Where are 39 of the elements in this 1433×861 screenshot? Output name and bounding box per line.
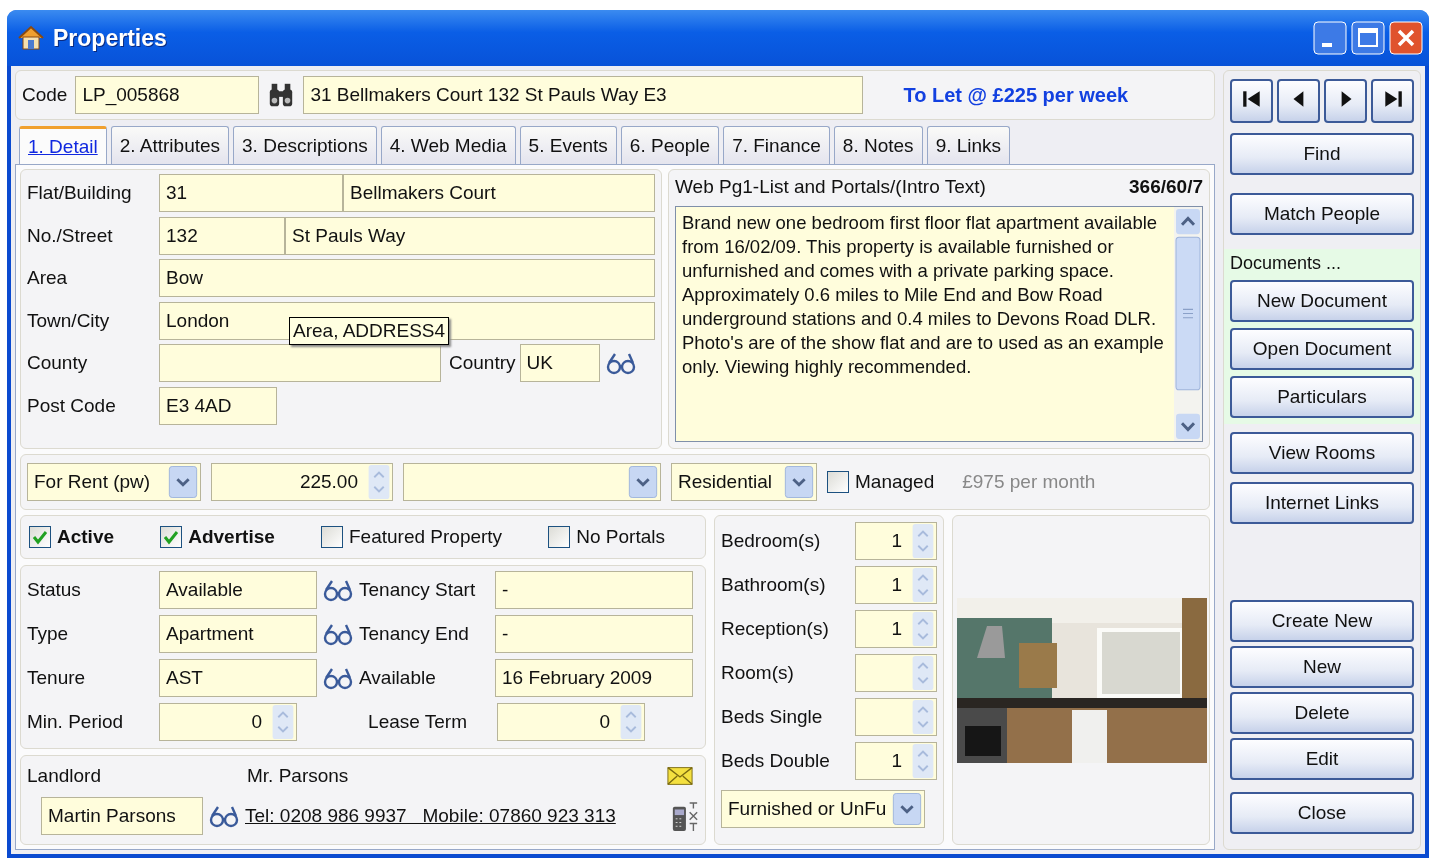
- field-label: Bathroom(s): [721, 574, 826, 596]
- field-label: Post Code: [27, 394, 117, 417]
- checkbox-label: Featured Property: [349, 526, 503, 548]
- description-text: Approximately 0.6 miles to Mile End and Bow Road underground stations and 0.4 miles to Devons Road DLR.: [682, 283, 1158, 331]
- description-text: Photo's are of the show flat and are to used as an example only. Viewing highly recommended.: [682, 331, 1165, 379]
- field-label: Tenure: [27, 667, 87, 689]
- window-title: Properties: [53, 24, 168, 52]
- field-label: Flat/Building: [27, 182, 133, 205]
- description-text: Brand new one bedroom first floor flat apartment available from 16/02/09. This property is available furnished or unfurnished and comes with a private parking space.: [682, 211, 1159, 283]
- field-label: Bedroom(s): [721, 530, 821, 552]
- field-label: Tenancy End: [359, 623, 470, 645]
- monthly-price: £975 per month: [962, 471, 1096, 493]
- field-label: Town/City: [27, 309, 111, 332]
- field-label: Room(s): [721, 662, 794, 684]
- field-label: Type: [27, 623, 70, 645]
- section-label: Documents ...: [1230, 253, 1343, 274]
- field-label: Tenancy Start: [359, 579, 477, 601]
- field-label: County: [27, 352, 89, 375]
- field-label: Min. Period: [27, 711, 125, 733]
- field-label: Status: [27, 579, 82, 601]
- field-label: Available: [359, 667, 437, 689]
- tooltip: Area, ADDRESS4: [289, 317, 450, 345]
- character-counter: 366/60/7: [1129, 176, 1203, 199]
- field-label: No./Street: [27, 224, 114, 247]
- field-label: Country: [449, 352, 516, 375]
- checkbox-label: Active: [57, 526, 115, 548]
- checkbox-label: No Portals: [576, 526, 665, 548]
- field-label: Beds Single: [721, 706, 823, 728]
- field-label: Beds Double: [721, 750, 830, 772]
- field-label: Landlord: [27, 765, 102, 787]
- checkbox-label: Managed: [855, 471, 935, 493]
- description-title: Web Pg1-List and Portals/(Intro Text): [675, 176, 986, 199]
- field-label: Area: [27, 267, 69, 290]
- status-text: To Let @ £225 per week: [903, 83, 1129, 107]
- code-label: Code: [22, 84, 68, 106]
- checkbox-label: Advertise: [188, 526, 275, 548]
- field-label: Reception(s): [721, 618, 829, 640]
- field-label: Lease Term: [367, 711, 468, 733]
- landlord-salutation: Mr. Parsons: [247, 765, 350, 787]
